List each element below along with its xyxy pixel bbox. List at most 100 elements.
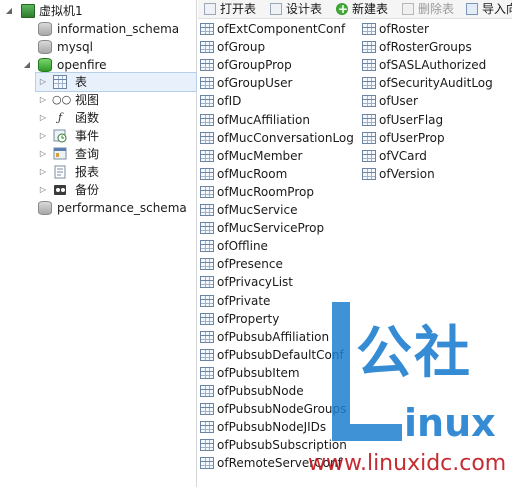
tree-item-label: 表 (75, 75, 88, 89)
table-grid-icon (362, 41, 376, 54)
table-grid-icon (200, 330, 214, 343)
table-grid-icon (362, 23, 376, 35)
table-name: ofMucConversationLog (217, 130, 354, 145)
object-toolbar: 打开表 设计表 新建表 删除表 导入向 (198, 0, 512, 19)
table-grid-icon (362, 59, 376, 72)
table-grid-icon (362, 113, 376, 126)
table-name: ofMucRoomProp (217, 184, 314, 199)
table-grid-icon (200, 167, 214, 180)
table-name: ofMucAffiliation (217, 112, 310, 127)
database-label: performance_schema (57, 201, 187, 215)
table-grid-icon (200, 276, 214, 289)
table-name: ofRosterGroups (379, 40, 472, 55)
add-icon (336, 0, 348, 18)
glasses-icon: ○○ (52, 93, 72, 106)
database-icon (38, 40, 52, 54)
table-name: ofSecurityAuditLog (379, 76, 493, 91)
clock-icon (53, 129, 67, 143)
tree-item-queries[interactable]: ▷ 查询 (36, 145, 196, 163)
expand-arrow-icon[interactable]: ▷ (38, 73, 48, 91)
table-grid-icon (200, 294, 214, 307)
table-grid-icon (200, 204, 214, 216)
tree-item-database[interactable]: information_schema (0, 20, 196, 38)
navigation-tree: ◢ 虚拟机1 information_schema mysql ◢ openfi… (0, 0, 197, 487)
table-name: ofMucMember (217, 148, 303, 163)
tree-item-connection[interactable]: ◢ 虚拟机1 (0, 2, 196, 20)
tree-item-label: 报表 (75, 165, 100, 179)
table-name: ofProperty (217, 311, 280, 326)
table-grid-icon (200, 403, 214, 416)
table-name: ofPresence (217, 257, 283, 272)
table-name: ofGroup (217, 40, 266, 55)
database-label: information_schema (57, 22, 180, 36)
table-grid-icon (200, 421, 214, 434)
table-name: ofPubsubNodeJIDs (217, 420, 327, 435)
table-name: ofGroupUser (217, 76, 293, 91)
expand-arrow-icon[interactable]: ▷ (38, 91, 48, 109)
table-grid-icon (200, 457, 214, 470)
table-name: ofPubsubDefaultConf (217, 347, 344, 362)
table-name: ofUserFlag (379, 112, 444, 127)
table-grid-icon (362, 149, 376, 162)
table-grid-icon (200, 95, 214, 108)
table-grid-icon (200, 348, 214, 361)
tree-item-backups[interactable]: ▷ 备份 (36, 181, 196, 199)
tree-item-views[interactable]: ▷ ○○ 视图 (36, 91, 196, 109)
table-grid-icon (362, 95, 376, 108)
table-name: ofPubsubNodeGroups (217, 402, 347, 417)
table-name: ofPubsubSubscription (217, 438, 347, 453)
table-grid-icon (200, 439, 214, 452)
tree-item-label: 事件 (75, 129, 100, 143)
report-icon (53, 165, 67, 179)
table-name: ofPubsubItem (217, 365, 300, 380)
database-icon (38, 22, 52, 36)
database-label: mysql (57, 40, 93, 54)
connection-label: 虚拟机1 (39, 4, 83, 18)
tree-item-database[interactable]: mysql (0, 38, 196, 56)
table-grid-icon (362, 131, 376, 144)
table-name: ofRemoteServerConf (217, 456, 342, 471)
table-grid-icon (200, 41, 214, 54)
tree-item-events[interactable]: ▷ 事件 (36, 127, 196, 145)
table-grid-icon (200, 23, 214, 35)
table-name: ofMucService (217, 203, 298, 217)
table-name: ofMucServiceProp (217, 221, 325, 236)
tree-item-openfire[interactable]: ◢ openfire (0, 56, 196, 74)
collapse-arrow-icon[interactable]: ◢ (4, 2, 14, 20)
table-grid-icon (200, 258, 214, 271)
table-name: ofPrivate (217, 293, 271, 308)
table-name: ofVersion (379, 166, 435, 181)
table-grid-icon (200, 240, 214, 253)
table-grid-icon (200, 59, 214, 72)
expand-arrow-icon[interactable]: ▷ (38, 127, 48, 145)
query-icon (53, 147, 67, 161)
table-grid-icon (200, 312, 214, 325)
table-name: ofUser (379, 94, 418, 109)
tree-item-label: 函数 (75, 111, 100, 125)
table-grid-icon (53, 75, 67, 89)
table-grid-icon (200, 222, 214, 235)
tree-item-database[interactable]: performance_schema (0, 199, 196, 217)
expand-arrow-icon[interactable]: ▷ (38, 145, 48, 163)
expand-arrow-icon[interactable]: ▷ (38, 163, 48, 181)
table-name: ofGroupProp (217, 58, 292, 73)
server-icon (21, 4, 35, 18)
table-name: ofPubsubAffiliation (217, 329, 330, 344)
database-icon (38, 201, 52, 215)
table-grid-icon (200, 385, 214, 397)
tree-item-reports[interactable]: ▷ 报表 (36, 163, 196, 181)
table-name: ofSASLAuthorized (379, 58, 487, 73)
expand-arrow-icon[interactable]: ▷ (38, 109, 48, 127)
tree-item-tables[interactable]: ▷ 表 (35, 72, 197, 92)
expand-arrow-icon[interactable]: ▷ (38, 181, 48, 199)
collapse-arrow-icon[interactable]: ◢ (22, 56, 32, 74)
table-grid-icon (362, 77, 376, 90)
tree-item-label: 查询 (75, 147, 100, 161)
design-table-icon (270, 3, 282, 15)
table-grid-icon (200, 131, 214, 144)
table-grid-icon (200, 185, 214, 198)
delete-icon (402, 3, 414, 15)
table-grid-icon (200, 113, 214, 126)
tree-item-functions[interactable]: ▷ ƒ 函数 (36, 109, 196, 127)
import-icon (466, 3, 478, 15)
